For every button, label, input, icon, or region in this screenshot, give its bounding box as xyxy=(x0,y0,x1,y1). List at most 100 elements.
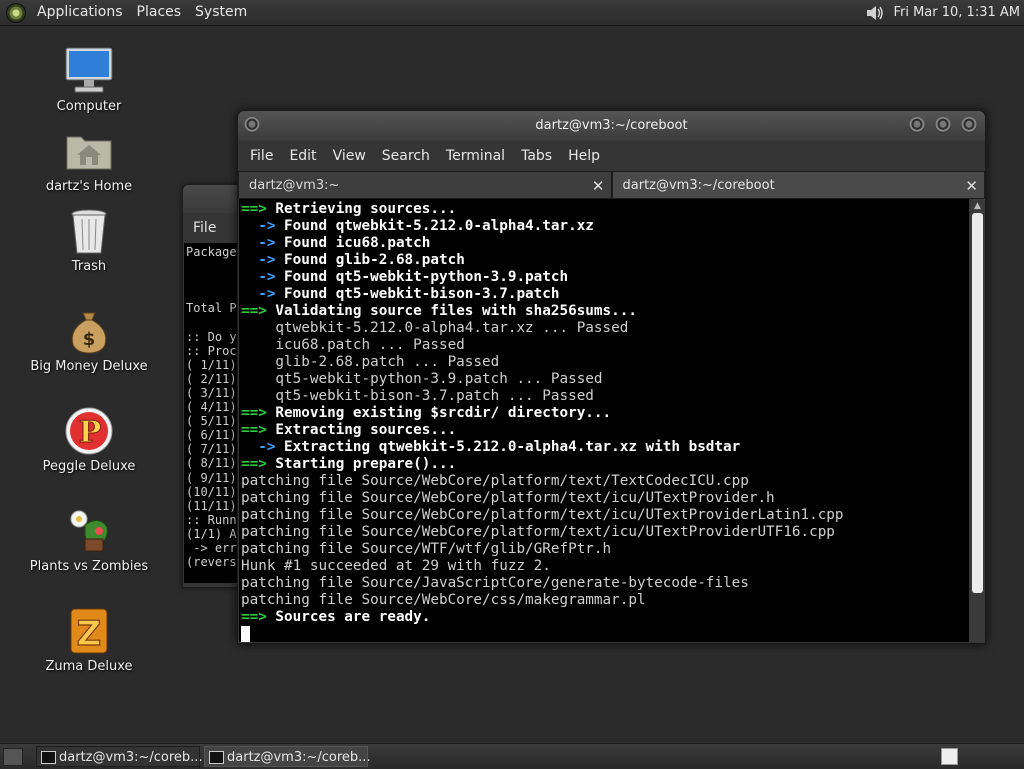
desktop-icon-label: Zuma Deluxe xyxy=(45,659,133,674)
terminal-line: icu68.patch ... Passed xyxy=(241,337,969,354)
zuma-icon: Z xyxy=(63,605,115,657)
terminal-line-text: Removing existing $srcdir/ directory... xyxy=(266,405,612,421)
workspace-switcher[interactable] xyxy=(941,748,958,765)
menu-tabs[interactable]: Tabs xyxy=(513,148,560,164)
desktop-icon-label: Big Money Deluxe xyxy=(30,359,148,374)
menu-terminal[interactable]: Terminal xyxy=(438,148,513,164)
menu-places[interactable]: Places xyxy=(130,0,189,25)
terminal-line-text: Hunk #1 succeeded at 29 with fuzz 2. xyxy=(241,558,551,574)
volume-icon[interactable] xyxy=(865,5,885,21)
computer-icon xyxy=(63,45,115,97)
terminal-line: patching file Source/WebCore/platform/te… xyxy=(241,490,969,507)
terminal-line-text: Found icu68.patch xyxy=(275,235,431,251)
menu-help[interactable]: Help xyxy=(560,148,608,164)
window-menu-icon[interactable] xyxy=(244,117,260,133)
terminal-line-prefix: ==> xyxy=(241,303,267,319)
scrollbar-thumb[interactable] xyxy=(972,213,983,593)
terminal-line: -> Found qt5-webkit-python-3.9.patch xyxy=(241,269,969,286)
terminal-line: -> Found glib-2.68.patch xyxy=(241,252,969,269)
close-window-icon[interactable] xyxy=(961,117,977,133)
terminal-line-text: glib-2.68.patch ... Passed xyxy=(241,354,500,370)
clock[interactable]: Fri Mar 10, 1:31 AM xyxy=(893,5,1020,20)
money-bag-icon: $ xyxy=(63,305,115,357)
terminal-line-text: patching file Source/WebCore/css/makegra… xyxy=(241,592,646,608)
menu-view[interactable]: View xyxy=(325,148,374,164)
tab-close-icon[interactable]: ✕ xyxy=(965,172,978,200)
svg-text:$: $ xyxy=(83,329,96,350)
terminal-line-text: Found qt5-webkit-python-3.9.patch xyxy=(275,269,569,285)
scroll-up-icon[interactable]: ▲ xyxy=(970,199,985,213)
tab-close-icon[interactable]: ✕ xyxy=(592,172,605,200)
desktop-icon-home[interactable]: dartz's Home xyxy=(14,125,164,194)
desktop-icon-big-money-deluxe[interactable]: $ Big Money Deluxe xyxy=(14,305,164,374)
taskbar-item-terminal-2[interactable]: dartz@vm3:~/coreb... xyxy=(204,746,371,767)
terminal-line-text: Found glib-2.68.patch xyxy=(275,252,465,268)
terminal-line: ==> Validating source files with sha256s… xyxy=(241,303,969,320)
terminal-cursor xyxy=(241,626,250,642)
menu-edit[interactable]: Edit xyxy=(281,148,324,164)
desktop-icon-plants-vs-zombies[interactable]: Plants vs Zombies xyxy=(14,505,164,574)
desktop-icon-trash[interactable]: Trash xyxy=(14,205,164,274)
menu-system[interactable]: System xyxy=(188,0,254,25)
trash-icon xyxy=(63,205,115,257)
home-folder-icon xyxy=(63,125,115,177)
tab-label: dartz@vm3:~/coreboot xyxy=(622,178,775,193)
top-panel: Applications Places System Fri Mar 10, 1… xyxy=(0,0,1024,26)
terminal-line: qt5-webkit-bison-3.7.patch ... Passed xyxy=(241,388,969,405)
terminal-line: ==> Starting prepare()... xyxy=(241,456,969,473)
terminal-prompt-line xyxy=(241,626,969,642)
window-titlebar[interactable]: dartz@vm3:~/coreboot xyxy=(238,111,985,141)
menu-applications[interactable]: Applications xyxy=(30,0,130,25)
terminal-line-text: patching file Source/WebCore/platform/te… xyxy=(241,473,749,489)
terminal-line-prefix: -> xyxy=(241,218,276,234)
taskbar-item-label: dartz@vm3:~/coreb... xyxy=(227,750,371,765)
terminal-line: glib-2.68.patch ... Passed xyxy=(241,354,969,371)
terminal-line-text: Found qt5-webkit-bison-3.7.patch xyxy=(275,286,560,302)
distro-logo-icon[interactable] xyxy=(6,2,26,23)
tab-home[interactable]: dartz@vm3:~ ✕ xyxy=(238,171,612,199)
desktop-icon-computer[interactable]: Computer xyxy=(14,45,164,114)
desktop-icon-label: dartz's Home xyxy=(45,179,133,194)
terminal-line-text: qt5-webkit-python-3.9.patch ... Passed xyxy=(241,371,603,387)
plants-vs-zombies-icon xyxy=(63,505,115,557)
terminal-line-prefix: -> xyxy=(241,235,276,251)
terminal-line: ==> Sources are ready. xyxy=(241,609,969,626)
tab-coreboot[interactable]: dartz@vm3:~/coreboot ✕ xyxy=(611,171,985,200)
terminal-output[interactable]: ==> Retrieving sources... -> Found qtweb… xyxy=(239,199,969,642)
taskbar-item-terminal-1[interactable]: dartz@vm3:~/coreb... xyxy=(36,746,203,767)
terminal-scrollbar[interactable]: ▲ xyxy=(970,199,985,642)
menubar: File Edit View Search Terminal Tabs Help xyxy=(238,141,985,171)
menu-file[interactable]: File xyxy=(242,148,281,164)
minimize-icon[interactable] xyxy=(909,117,925,133)
terminal-line-prefix: ==> xyxy=(241,422,267,438)
terminal-line-prefix: ==> xyxy=(241,201,267,217)
window-title: dartz@vm3:~/coreboot xyxy=(535,118,688,133)
show-desktop-icon[interactable] xyxy=(3,748,23,766)
terminal-line: -> Found qt5-webkit-bison-3.7.patch xyxy=(241,286,969,303)
maximize-icon[interactable] xyxy=(935,117,951,133)
terminal-line-prefix: ==> xyxy=(241,456,267,472)
terminal-line: patching file Source/WebCore/platform/te… xyxy=(241,524,969,541)
tab-bar: dartz@vm3:~ ✕ dartz@vm3:~/coreboot ✕ xyxy=(238,171,985,199)
terminal-line: patching file Source/WTF/wtf/glib/GRefPt… xyxy=(241,541,969,558)
terminal-line-text: patching file Source/WebCore/platform/te… xyxy=(241,524,835,540)
terminal-line-text: Validating source files with sha256sums.… xyxy=(266,303,637,319)
desktop-icon-label: Plants vs Zombies xyxy=(29,559,149,574)
terminal-line-prefix: ==> xyxy=(241,609,267,625)
terminal-icon xyxy=(41,751,56,764)
terminal-line-text: icu68.patch ... Passed xyxy=(241,337,465,353)
bottom-panel: dartz@vm3:~/coreb... dartz@vm3:~/coreb..… xyxy=(0,743,1024,769)
terminal-line-prefix: -> xyxy=(241,269,276,285)
desktop-icon-peggle-deluxe[interactable]: P Peggle Deluxe xyxy=(14,405,164,474)
terminal-line-text: Found qtwebkit-5.212.0-alpha4.tar.xz xyxy=(275,218,594,234)
terminal-line-text: patching file Source/WebCore/platform/te… xyxy=(241,507,844,523)
desktop-icon-zuma-deluxe[interactable]: Z Zuma Deluxe xyxy=(14,605,164,674)
menu-search[interactable]: Search xyxy=(374,148,438,164)
terminal-window[interactable]: dartz@vm3:~/coreboot File Edit View Sear… xyxy=(237,110,986,644)
panel-tray: Fri Mar 10, 1:31 AM xyxy=(865,0,1020,25)
terminal-line-text: patching file Source/WebCore/platform/te… xyxy=(241,490,775,506)
terminal-line: qt5-webkit-python-3.9.patch ... Passed xyxy=(241,371,969,388)
terminal-line-text: Extracting sources... xyxy=(266,422,457,438)
terminal-line: qtwebkit-5.212.0-alpha4.tar.xz ... Passe… xyxy=(241,320,969,337)
terminal-line-text: qt5-webkit-bison-3.7.patch ... Passed xyxy=(241,388,594,404)
